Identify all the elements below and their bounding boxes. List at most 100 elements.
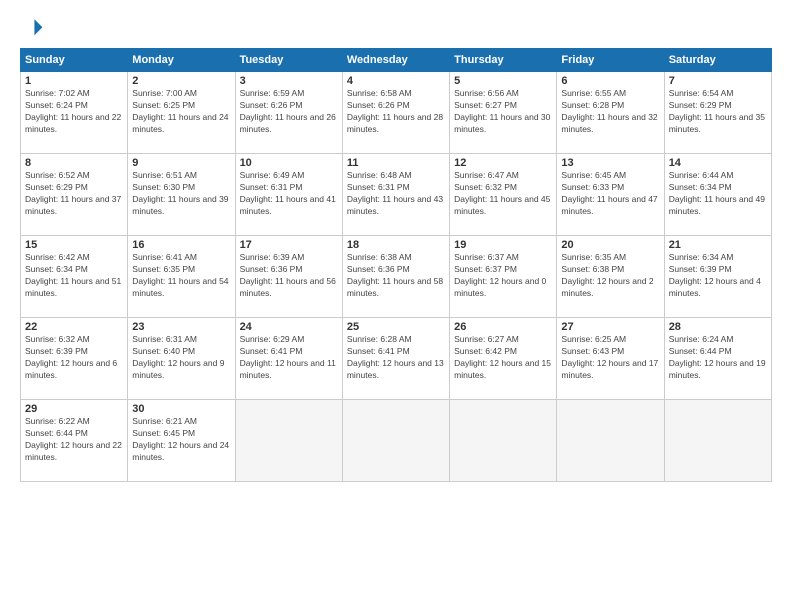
day-info: Sunrise: 6:24 AM Sunset: 6:44 PM Dayligh…	[669, 334, 767, 382]
calendar-day-30: 30 Sunrise: 6:21 AM Sunset: 6:45 PM Dayl…	[128, 400, 235, 482]
empty-cell	[342, 400, 449, 482]
calendar-day-13: 13 Sunrise: 6:45 AM Sunset: 6:33 PM Dayl…	[557, 154, 664, 236]
page: SundayMondayTuesdayWednesdayThursdayFrid…	[0, 0, 792, 612]
calendar-day-20: 20 Sunrise: 6:35 AM Sunset: 6:38 PM Dayl…	[557, 236, 664, 318]
header	[20, 16, 772, 40]
logo-icon	[20, 16, 44, 40]
day-info: Sunrise: 6:45 AM Sunset: 6:33 PM Dayligh…	[561, 170, 659, 218]
day-info: Sunrise: 6:54 AM Sunset: 6:29 PM Dayligh…	[669, 88, 767, 136]
calendar-day-19: 19 Sunrise: 6:37 AM Sunset: 6:37 PM Dayl…	[450, 236, 557, 318]
day-number: 22	[25, 321, 123, 333]
calendar-day-28: 28 Sunrise: 6:24 AM Sunset: 6:44 PM Dayl…	[664, 318, 771, 400]
day-info: Sunrise: 7:02 AM Sunset: 6:24 PM Dayligh…	[25, 88, 123, 136]
day-info: Sunrise: 6:25 AM Sunset: 6:43 PM Dayligh…	[561, 334, 659, 382]
day-number: 21	[669, 239, 767, 251]
day-number: 10	[240, 157, 338, 169]
day-info: Sunrise: 6:42 AM Sunset: 6:34 PM Dayligh…	[25, 252, 123, 300]
day-info: Sunrise: 6:29 AM Sunset: 6:41 PM Dayligh…	[240, 334, 338, 382]
col-header-thursday: Thursday	[450, 49, 557, 72]
day-number: 15	[25, 239, 123, 251]
day-info: Sunrise: 6:34 AM Sunset: 6:39 PM Dayligh…	[669, 252, 767, 300]
day-info: Sunrise: 6:55 AM Sunset: 6:28 PM Dayligh…	[561, 88, 659, 136]
day-number: 2	[132, 75, 230, 87]
calendar-day-21: 21 Sunrise: 6:34 AM Sunset: 6:39 PM Dayl…	[664, 236, 771, 318]
day-info: Sunrise: 6:44 AM Sunset: 6:34 PM Dayligh…	[669, 170, 767, 218]
calendar-week-3: 15 Sunrise: 6:42 AM Sunset: 6:34 PM Dayl…	[21, 236, 772, 318]
day-info: Sunrise: 6:48 AM Sunset: 6:31 PM Dayligh…	[347, 170, 445, 218]
col-header-tuesday: Tuesday	[235, 49, 342, 72]
day-number: 7	[669, 75, 767, 87]
logo	[20, 16, 48, 40]
day-number: 6	[561, 75, 659, 87]
empty-cell	[557, 400, 664, 482]
day-info: Sunrise: 6:32 AM Sunset: 6:39 PM Dayligh…	[25, 334, 123, 382]
day-info: Sunrise: 6:51 AM Sunset: 6:30 PM Dayligh…	[132, 170, 230, 218]
day-info: Sunrise: 6:52 AM Sunset: 6:29 PM Dayligh…	[25, 170, 123, 218]
calendar-day-2: 2 Sunrise: 7:00 AM Sunset: 6:25 PM Dayli…	[128, 72, 235, 154]
calendar-day-1: 1 Sunrise: 7:02 AM Sunset: 6:24 PM Dayli…	[21, 72, 128, 154]
day-number: 26	[454, 321, 552, 333]
calendar-day-12: 12 Sunrise: 6:47 AM Sunset: 6:32 PM Dayl…	[450, 154, 557, 236]
day-info: Sunrise: 6:31 AM Sunset: 6:40 PM Dayligh…	[132, 334, 230, 382]
day-number: 18	[347, 239, 445, 251]
day-info: Sunrise: 6:38 AM Sunset: 6:36 PM Dayligh…	[347, 252, 445, 300]
calendar-day-18: 18 Sunrise: 6:38 AM Sunset: 6:36 PM Dayl…	[342, 236, 449, 318]
day-number: 17	[240, 239, 338, 251]
day-info: Sunrise: 7:00 AM Sunset: 6:25 PM Dayligh…	[132, 88, 230, 136]
calendar-day-27: 27 Sunrise: 6:25 AM Sunset: 6:43 PM Dayl…	[557, 318, 664, 400]
day-info: Sunrise: 6:27 AM Sunset: 6:42 PM Dayligh…	[454, 334, 552, 382]
calendar-week-1: 1 Sunrise: 7:02 AM Sunset: 6:24 PM Dayli…	[21, 72, 772, 154]
calendar-day-10: 10 Sunrise: 6:49 AM Sunset: 6:31 PM Dayl…	[235, 154, 342, 236]
day-number: 28	[669, 321, 767, 333]
day-info: Sunrise: 6:41 AM Sunset: 6:35 PM Dayligh…	[132, 252, 230, 300]
calendar-day-3: 3 Sunrise: 6:59 AM Sunset: 6:26 PM Dayli…	[235, 72, 342, 154]
col-header-saturday: Saturday	[664, 49, 771, 72]
calendar-day-22: 22 Sunrise: 6:32 AM Sunset: 6:39 PM Dayl…	[21, 318, 128, 400]
day-number: 29	[25, 403, 123, 415]
col-header-wednesday: Wednesday	[342, 49, 449, 72]
calendar-day-5: 5 Sunrise: 6:56 AM Sunset: 6:27 PM Dayli…	[450, 72, 557, 154]
col-header-sunday: Sunday	[21, 49, 128, 72]
calendar-table: SundayMondayTuesdayWednesdayThursdayFrid…	[20, 48, 772, 482]
calendar-day-6: 6 Sunrise: 6:55 AM Sunset: 6:28 PM Dayli…	[557, 72, 664, 154]
day-number: 20	[561, 239, 659, 251]
day-number: 4	[347, 75, 445, 87]
day-number: 30	[132, 403, 230, 415]
day-number: 27	[561, 321, 659, 333]
calendar-day-16: 16 Sunrise: 6:41 AM Sunset: 6:35 PM Dayl…	[128, 236, 235, 318]
day-number: 16	[132, 239, 230, 251]
calendar-day-14: 14 Sunrise: 6:44 AM Sunset: 6:34 PM Dayl…	[664, 154, 771, 236]
day-number: 14	[669, 157, 767, 169]
calendar-day-24: 24 Sunrise: 6:29 AM Sunset: 6:41 PM Dayl…	[235, 318, 342, 400]
empty-cell	[235, 400, 342, 482]
day-info: Sunrise: 6:22 AM Sunset: 6:44 PM Dayligh…	[25, 416, 123, 464]
calendar-day-17: 17 Sunrise: 6:39 AM Sunset: 6:36 PM Dayl…	[235, 236, 342, 318]
col-header-friday: Friday	[557, 49, 664, 72]
day-number: 8	[25, 157, 123, 169]
day-number: 13	[561, 157, 659, 169]
calendar-day-29: 29 Sunrise: 6:22 AM Sunset: 6:44 PM Dayl…	[21, 400, 128, 482]
empty-cell	[664, 400, 771, 482]
calendar-day-9: 9 Sunrise: 6:51 AM Sunset: 6:30 PM Dayli…	[128, 154, 235, 236]
day-number: 1	[25, 75, 123, 87]
calendar-week-5: 29 Sunrise: 6:22 AM Sunset: 6:44 PM Dayl…	[21, 400, 772, 482]
day-info: Sunrise: 6:59 AM Sunset: 6:26 PM Dayligh…	[240, 88, 338, 136]
day-number: 5	[454, 75, 552, 87]
day-number: 9	[132, 157, 230, 169]
col-header-monday: Monday	[128, 49, 235, 72]
calendar-day-26: 26 Sunrise: 6:27 AM Sunset: 6:42 PM Dayl…	[450, 318, 557, 400]
calendar-header-row: SundayMondayTuesdayWednesdayThursdayFrid…	[21, 49, 772, 72]
day-number: 19	[454, 239, 552, 251]
day-info: Sunrise: 6:47 AM Sunset: 6:32 PM Dayligh…	[454, 170, 552, 218]
day-number: 11	[347, 157, 445, 169]
day-info: Sunrise: 6:58 AM Sunset: 6:26 PM Dayligh…	[347, 88, 445, 136]
calendar-day-11: 11 Sunrise: 6:48 AM Sunset: 6:31 PM Dayl…	[342, 154, 449, 236]
day-info: Sunrise: 6:37 AM Sunset: 6:37 PM Dayligh…	[454, 252, 552, 300]
day-number: 24	[240, 321, 338, 333]
day-info: Sunrise: 6:21 AM Sunset: 6:45 PM Dayligh…	[132, 416, 230, 464]
day-info: Sunrise: 6:39 AM Sunset: 6:36 PM Dayligh…	[240, 252, 338, 300]
day-info: Sunrise: 6:35 AM Sunset: 6:38 PM Dayligh…	[561, 252, 659, 300]
day-info: Sunrise: 6:49 AM Sunset: 6:31 PM Dayligh…	[240, 170, 338, 218]
day-number: 23	[132, 321, 230, 333]
empty-cell	[450, 400, 557, 482]
